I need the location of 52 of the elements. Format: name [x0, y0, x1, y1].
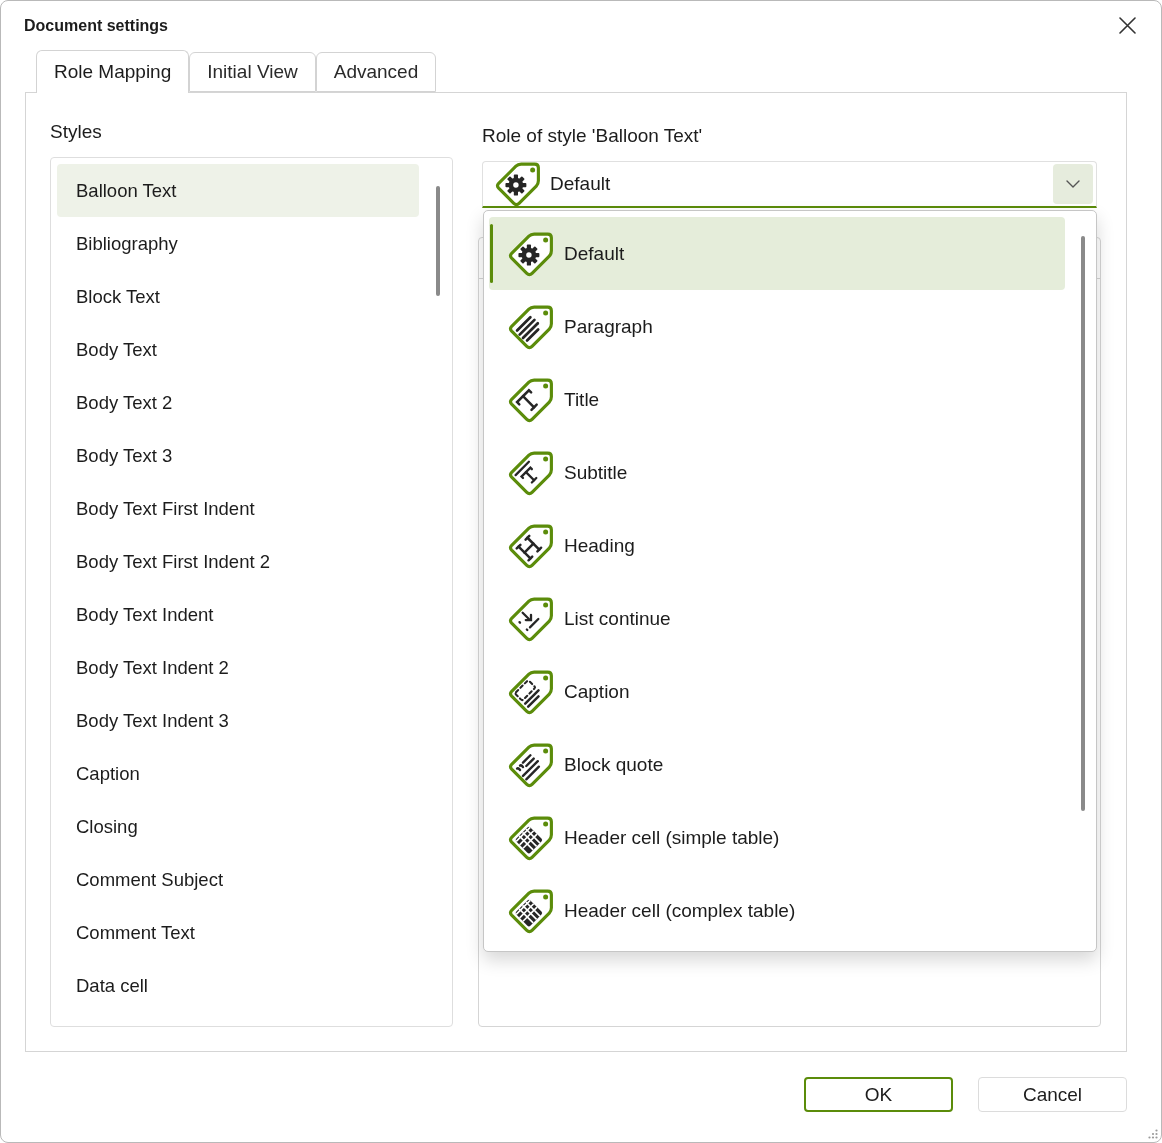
- scrollbar-thumb[interactable]: [1081, 236, 1085, 811]
- style-list-item[interactable]: Caption: [57, 747, 419, 800]
- role-option[interactable]: Paragraph: [489, 290, 1065, 363]
- style-list-item[interactable]: Comment Subject: [57, 853, 419, 906]
- gear-tag-icon: [495, 161, 541, 207]
- dashed-frame-tag-icon: [508, 668, 554, 715]
- ok-button[interactable]: OK: [804, 1077, 953, 1112]
- chevron-down-icon: [1066, 180, 1080, 188]
- role-option[interactable]: Caption: [489, 655, 1065, 728]
- style-list-item[interactable]: Balloon Text: [57, 164, 419, 217]
- style-list-item[interactable]: Body Text Indent 2: [57, 641, 419, 694]
- role-option[interactable]: Header cell (simple table): [489, 801, 1065, 874]
- role-option[interactable]: Default: [489, 217, 1065, 290]
- style-list-item[interactable]: Data cell: [57, 959, 419, 1012]
- role-option[interactable]: Subtitle: [489, 436, 1065, 509]
- arrow-tag-icon: [508, 595, 554, 642]
- role-label: Role of style 'Balloon Text': [481, 124, 704, 148]
- gear-tag-icon: [508, 230, 554, 277]
- quote-lines-tag-icon: [508, 741, 554, 788]
- letter-h-tag-icon: [508, 522, 554, 569]
- lines-tag-icon: [508, 303, 554, 350]
- style-list-item[interactable]: Body Text 3: [57, 429, 419, 482]
- tab[interactable]: Role Mapping: [36, 50, 190, 93]
- style-list-item[interactable]: Closing: [57, 800, 419, 853]
- style-list-item[interactable]: Body Text First Indent: [57, 482, 419, 535]
- style-list-item[interactable]: Body Text Indent: [57, 588, 419, 641]
- scrollbar-thumb[interactable]: [436, 186, 440, 296]
- style-list-item[interactable]: Block Text: [57, 270, 419, 323]
- role-option[interactable]: List continue: [489, 582, 1065, 655]
- close-icon: [1118, 17, 1136, 34]
- grid-tag-icon: [508, 887, 554, 934]
- role-option[interactable]: Heading: [489, 509, 1065, 582]
- grid-tag-icon: [508, 814, 554, 861]
- letter-t-tag-icon: [508, 376, 554, 423]
- style-list-item[interactable]: Body Text First Indent 2: [57, 535, 419, 588]
- styles-label: Styles: [50, 120, 103, 144]
- style-list-item[interactable]: Bibliography: [57, 217, 419, 270]
- style-list-item[interactable]: Body Text Indent 3: [57, 694, 419, 747]
- role-option[interactable]: Title: [489, 363, 1065, 436]
- cancel-button[interactable]: Cancel: [978, 1077, 1127, 1112]
- dropdown-button[interactable]: [1053, 164, 1093, 204]
- role-option[interactable]: Header cell (complex table): [489, 874, 1065, 947]
- tab[interactable]: Advanced: [315, 52, 437, 92]
- style-list-item[interactable]: Comment Text: [57, 906, 419, 959]
- tab[interactable]: Initial View: [189, 52, 316, 92]
- style-list-item[interactable]: Body Text: [57, 323, 419, 376]
- style-list-item[interactable]: Body Text 2: [57, 376, 419, 429]
- resize-grip-icon[interactable]: [1148, 1129, 1158, 1139]
- role-option[interactable]: Block quote: [489, 728, 1065, 801]
- letter-t-line-tag-icon: [508, 449, 554, 496]
- window-title: Document settings: [24, 15, 168, 36]
- role-combobox[interactable]: Default: [482, 161, 1097, 208]
